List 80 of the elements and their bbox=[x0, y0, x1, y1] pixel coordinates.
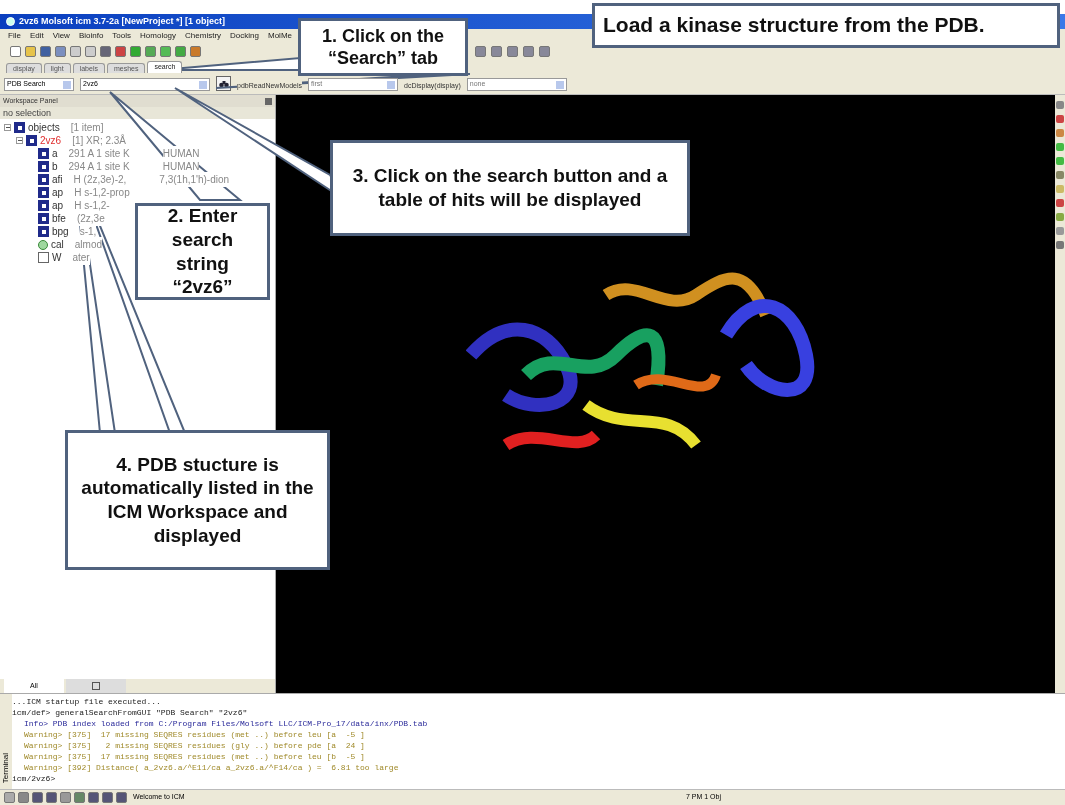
selection-bar: no selection bbox=[0, 107, 275, 119]
callout: 3. Click on the search button and a table of hits will be displayed bbox=[330, 140, 690, 236]
display-checkbox[interactable] bbox=[38, 148, 49, 159]
terminal-line: Warning> [375] 2 missing SEQRES residues (gly ..) before pde [a 24 ] bbox=[23, 740, 365, 751]
tree-item-info: almod bbox=[74, 237, 103, 252]
status-icon[interactable] bbox=[116, 792, 127, 803]
toolbar-icon[interactable] bbox=[100, 45, 111, 57]
menu-item[interactable]: Tools bbox=[112, 30, 132, 42]
terminal-line: Warning> [375] 17 missing SEQRES residues (met ..) before leu [b -5 ] bbox=[23, 751, 365, 762]
menu-item[interactable]: Docking bbox=[230, 30, 259, 42]
close-icon[interactable] bbox=[265, 97, 272, 105]
toolbar-icon[interactable] bbox=[175, 45, 186, 57]
panel-tab[interactable] bbox=[66, 679, 126, 693]
toolbar-icon[interactable] bbox=[523, 45, 534, 57]
menu-item[interactable]: File bbox=[8, 30, 21, 42]
display-checkbox[interactable] bbox=[38, 213, 49, 224]
status-icon[interactable] bbox=[46, 792, 57, 803]
toolbar-icon[interactable] bbox=[145, 45, 156, 57]
binoculars-icon bbox=[218, 79, 229, 88]
status-icon[interactable] bbox=[60, 792, 71, 803]
status-icon[interactable] bbox=[88, 792, 99, 803]
terminal-line: ...ICM startup file executed... bbox=[12, 696, 161, 707]
menu-item[interactable]: Bioinfo bbox=[78, 30, 104, 42]
callout: 2. Enter search string “2vz6” bbox=[135, 203, 270, 300]
caret-icon bbox=[199, 80, 207, 89]
toolbar-icon[interactable] bbox=[55, 45, 66, 57]
terminal-line: Warning> [375] 17 missing SEQRES residues (met ..) before leu [a -5 ] bbox=[23, 729, 365, 740]
display-checkbox[interactable] bbox=[38, 200, 49, 211]
toolbar-icon[interactable] bbox=[85, 45, 96, 57]
status-icon[interactable] bbox=[32, 792, 43, 803]
tree-item-info: 7,3(1h,1'h)-dion bbox=[159, 172, 230, 187]
callout: 4. PDB stucture is automatically listed in the ICM Workspace and displayed bbox=[65, 430, 330, 570]
display-checkbox[interactable] bbox=[38, 174, 49, 185]
toolbar-icon[interactable] bbox=[491, 45, 502, 57]
display-checkbox[interactable] bbox=[26, 135, 37, 146]
toolbar-icon[interactable] bbox=[130, 45, 141, 57]
toolbar-icon[interactable] bbox=[115, 45, 126, 57]
toolbar-icon[interactable] bbox=[70, 45, 81, 57]
menu-item[interactable]: Edit bbox=[29, 30, 44, 42]
display-checkbox[interactable] bbox=[38, 226, 49, 237]
toolbar-icon[interactable] bbox=[160, 45, 171, 57]
tree-item-info: ater bbox=[72, 250, 90, 265]
callout: Load a kinase structure from the PDB. bbox=[592, 3, 1060, 48]
menu-item[interactable]: Chemistry bbox=[185, 30, 222, 42]
menu-item[interactable]: Homology bbox=[140, 30, 177, 42]
toolbar-icon[interactable] bbox=[40, 45, 51, 57]
toolbar-icon[interactable] bbox=[190, 45, 201, 57]
caret-icon bbox=[387, 80, 395, 89]
menu-item[interactable]: MolMe bbox=[268, 30, 292, 42]
display-checkbox[interactable] bbox=[38, 252, 49, 263]
caret-icon bbox=[555, 80, 564, 89]
terminal-line: icm/2vz6> bbox=[12, 773, 57, 784]
status-icon[interactable] bbox=[4, 792, 15, 803]
menu-item[interactable]: View bbox=[52, 30, 70, 42]
display-checkbox[interactable] bbox=[14, 122, 25, 133]
app-icon bbox=[6, 17, 15, 26]
terminal-line: Warning> [392] Distance( a_2vz6.a/^E11/ca a_2vz6.a/^F14/ca ) = 6.81 too large bbox=[23, 762, 399, 773]
tree-item-info: H s-1,2-prop bbox=[74, 185, 130, 200]
terminal-line: Info> PDB index loaded from C:/Program Files/Molsoft LLC/ICM-Pro_17/data/inx/PDB.tab bbox=[23, 718, 428, 729]
toolbar-icon[interactable] bbox=[10, 45, 21, 57]
display-checkbox[interactable] bbox=[38, 161, 49, 172]
toolbar-icon[interactable] bbox=[25, 45, 36, 57]
status-icon[interactable] bbox=[18, 792, 29, 803]
toolbar-icon[interactable] bbox=[539, 45, 550, 57]
toolbar-icon[interactable] bbox=[507, 45, 518, 57]
window-title: 2vz6 Molsoft icm 3.7-2a [NewProject *] [1 object] bbox=[19, 14, 226, 28]
expander-icon[interactable] bbox=[4, 124, 11, 131]
expander-icon[interactable] bbox=[16, 137, 23, 144]
status-icon[interactable] bbox=[74, 792, 85, 803]
ion-icon[interactable] bbox=[38, 239, 48, 250]
terminal-line: icm/def> generalSearchFromGUI "PDB Search" "2vz6" bbox=[12, 707, 248, 718]
tree-item-info: H s-1,2- bbox=[74, 198, 110, 213]
display-checkbox[interactable] bbox=[38, 187, 49, 198]
grid-icon bbox=[92, 682, 100, 690]
status-icon[interactable] bbox=[102, 792, 113, 803]
tree-item-name[interactable]: bpg bbox=[52, 224, 69, 239]
tree-item-name[interactable]: objects bbox=[28, 120, 60, 135]
caret-icon bbox=[63, 80, 71, 89]
tree-item-info: (2z,3e bbox=[76, 211, 105, 226]
toolbar-icon[interactable] bbox=[475, 45, 486, 57]
